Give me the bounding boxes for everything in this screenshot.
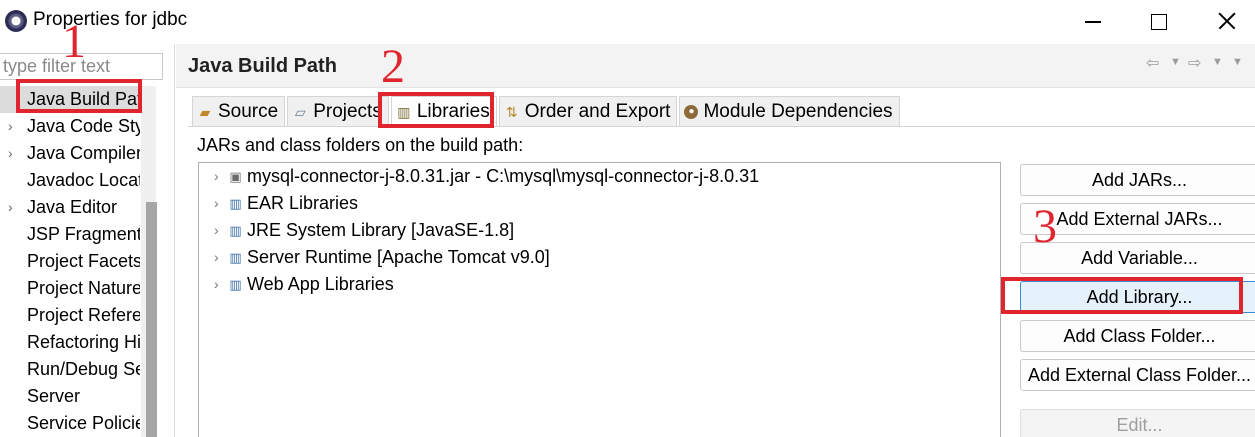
sidebar-item-label: Javadoc Location (27, 170, 140, 190)
chevron-right-icon[interactable]: › (214, 190, 219, 217)
add-external-class-folder-button[interactable]: Add External Class Folder... (1020, 359, 1255, 391)
list-item-label: mysql-connector-j-8.0.31.jar - C:\mysql\… (247, 166, 760, 186)
module-icon: ● (684, 104, 699, 119)
sidebar-item-java-compiler[interactable]: › Java Compiler (0, 140, 140, 167)
sidebar-item-java-editor[interactable]: › Java Editor (0, 194, 140, 221)
build-path-tree[interactable]: › ▣ mysql-connector-j-8.0.31.jar - C:\my… (198, 162, 1001, 437)
sidebar-item-label: Java Build Path (27, 89, 140, 109)
libraries-tab-content: JARs and class folders on the build path… (188, 126, 1255, 437)
sidebar-tree: Java Build Path › Java Code Style › Java C… (0, 86, 140, 437)
tab-projects[interactable]: ▱ Projects (287, 96, 389, 126)
build-path-list-label: JARs and class folders on the build path… (197, 135, 524, 155)
chevron-right-icon[interactable]: › (214, 217, 219, 244)
chevron-right-icon[interactable]: › (8, 140, 13, 167)
list-item-server-runtime[interactable]: › ▥ Server Runtime [Apache Tomcat v9.0] (199, 244, 1000, 271)
chevron-right-icon[interactable]: › (8, 113, 13, 140)
tab-label: Module Dependencies (703, 101, 893, 122)
list-item-ear-libraries[interactable]: › ▥ EAR Libraries (199, 190, 1000, 217)
list-item-jre-system-library[interactable]: › ▥ JRE System Library [JavaSE-1.8] (199, 217, 1000, 244)
sidebar-item-project-natures[interactable]: Project Natures (0, 275, 140, 302)
tab-source[interactable]: ▰ Source (192, 96, 286, 126)
order-export-icon: ⇅ (505, 103, 518, 120)
minimize-icon[interactable] (1073, 6, 1113, 36)
sidebar-item-run-debug-settings[interactable]: Run/Debug Settings (0, 356, 140, 383)
edit-button[interactable]: Edit... (1020, 409, 1255, 437)
forward-arrow-icon[interactable]: ⇨ (1188, 53, 1201, 73)
chevron-right-icon[interactable]: › (8, 194, 13, 221)
sidebar-item-javadoc-location[interactable]: Javadoc Location (0, 167, 140, 194)
chevron-right-icon[interactable]: › (214, 271, 219, 298)
sidebar-item-label: Refactoring History (27, 332, 140, 352)
add-class-folder-button[interactable]: Add Class Folder... (1020, 320, 1255, 352)
tab-label: Projects (313, 101, 382, 122)
close-icon[interactable] (1208, 6, 1248, 36)
sidebar-item-jsp-fragment[interactable]: JSP Fragment (0, 221, 140, 248)
sidebar-item-label: Project References (27, 305, 140, 325)
library-icon: ▥ (229, 223, 242, 238)
add-variable-button[interactable]: Add Variable... (1020, 242, 1255, 274)
eclipse-app-icon (5, 10, 27, 32)
tab-module-dependencies[interactable]: ● Module Dependencies (679, 96, 900, 126)
tab-label: Source (218, 101, 279, 122)
sidebar-item-java-build-path[interactable]: Java Build Path (0, 86, 140, 113)
title-bar: Properties for jdbc (0, 0, 1255, 44)
chevron-right-icon[interactable]: › (214, 244, 219, 271)
tab-libraries[interactable]: ▥ Libraries (390, 96, 497, 126)
back-arrow-icon[interactable]: ⇦ (1146, 53, 1159, 73)
main-panel: Java Build Path ⇦ ▼ ⇨ ▼ ▼ ▰ Source ▱ Pro… (176, 44, 1255, 437)
page-header: Java Build Path ⇦ ▼ ⇨ ▼ ▼ (176, 44, 1255, 88)
tab-label: Libraries (416, 101, 490, 122)
sidebar-item-label: Project Facets (27, 251, 140, 271)
maximize-icon[interactable] (1138, 6, 1178, 36)
tab-bar: ▰ Source ▱ Projects ▥ Libraries ⇅ Order … (192, 96, 902, 126)
sidebar-item-project-references[interactable]: Project References (0, 302, 140, 329)
sidebar-item-label: JSP Fragment (27, 224, 140, 244)
sidebar-item-project-facets[interactable]: Project Facets (0, 248, 140, 275)
library-icon: ▥ (229, 277, 242, 292)
list-item-label: Web App Libraries (247, 274, 394, 294)
libraries-icon: ▥ (397, 103, 411, 120)
sidebar-item-java-code-style[interactable]: › Java Code Style (0, 113, 140, 140)
list-item-label: JRE System Library [JavaSE-1.8] (247, 220, 515, 240)
sidebar-item-refactoring-history[interactable]: Refactoring History (0, 329, 140, 356)
sidebar: Java Build Path › Java Code Style › Java C… (0, 44, 175, 437)
add-external-jars-button[interactable]: Add External JARs... (1020, 203, 1255, 235)
window-title: Properties for jdbc (33, 9, 188, 30)
view-menu-icon[interactable]: ▼ (1232, 56, 1243, 68)
projects-icon: ▱ (294, 103, 306, 120)
forward-dropdown-icon[interactable]: ▼ (1212, 56, 1223, 68)
page-title: Java Build Path (188, 55, 337, 77)
jar-icon: ▣ (229, 169, 242, 184)
sidebar-item-label: Project Natures (27, 278, 140, 298)
sidebar-item-label: Java Compiler (27, 143, 140, 163)
sidebar-scrollbar-thumb[interactable] (146, 202, 157, 437)
list-item-label: Server Runtime [Apache Tomcat v9.0] (247, 247, 550, 267)
sidebar-item-server[interactable]: Server (0, 383, 140, 410)
tab-label: Order and Export (524, 101, 671, 122)
sidebar-item-label: Service Policies (27, 413, 140, 433)
sidebar-item-label: Java Editor (27, 197, 118, 217)
library-icon: ▥ (229, 250, 242, 265)
chevron-right-icon[interactable]: › (214, 163, 219, 190)
list-item-mysql-connector-jar[interactable]: › ▣ mysql-connector-j-8.0.31.jar - C:\my… (199, 163, 1000, 190)
add-jars-button[interactable]: Add JARs... (1020, 164, 1255, 196)
back-dropdown-icon[interactable]: ▼ (1170, 56, 1181, 68)
sidebar-item-label: Run/Debug Settings (27, 359, 140, 379)
source-folder-icon: ▰ (199, 103, 211, 120)
sidebar-item-label: Java Code Style (27, 116, 140, 136)
sidebar-item-service-policies[interactable]: Service Policies (0, 410, 140, 437)
filter-input[interactable] (0, 53, 163, 80)
add-library-button[interactable]: Add Library... (1020, 281, 1255, 313)
list-item-web-app-libraries[interactable]: › ▥ Web App Libraries (199, 271, 1000, 298)
library-icon: ▥ (229, 196, 242, 211)
sidebar-item-label: Server (27, 386, 81, 406)
list-item-label: EAR Libraries (247, 193, 359, 213)
tab-order-and-export[interactable]: ⇅ Order and Export (498, 96, 678, 126)
